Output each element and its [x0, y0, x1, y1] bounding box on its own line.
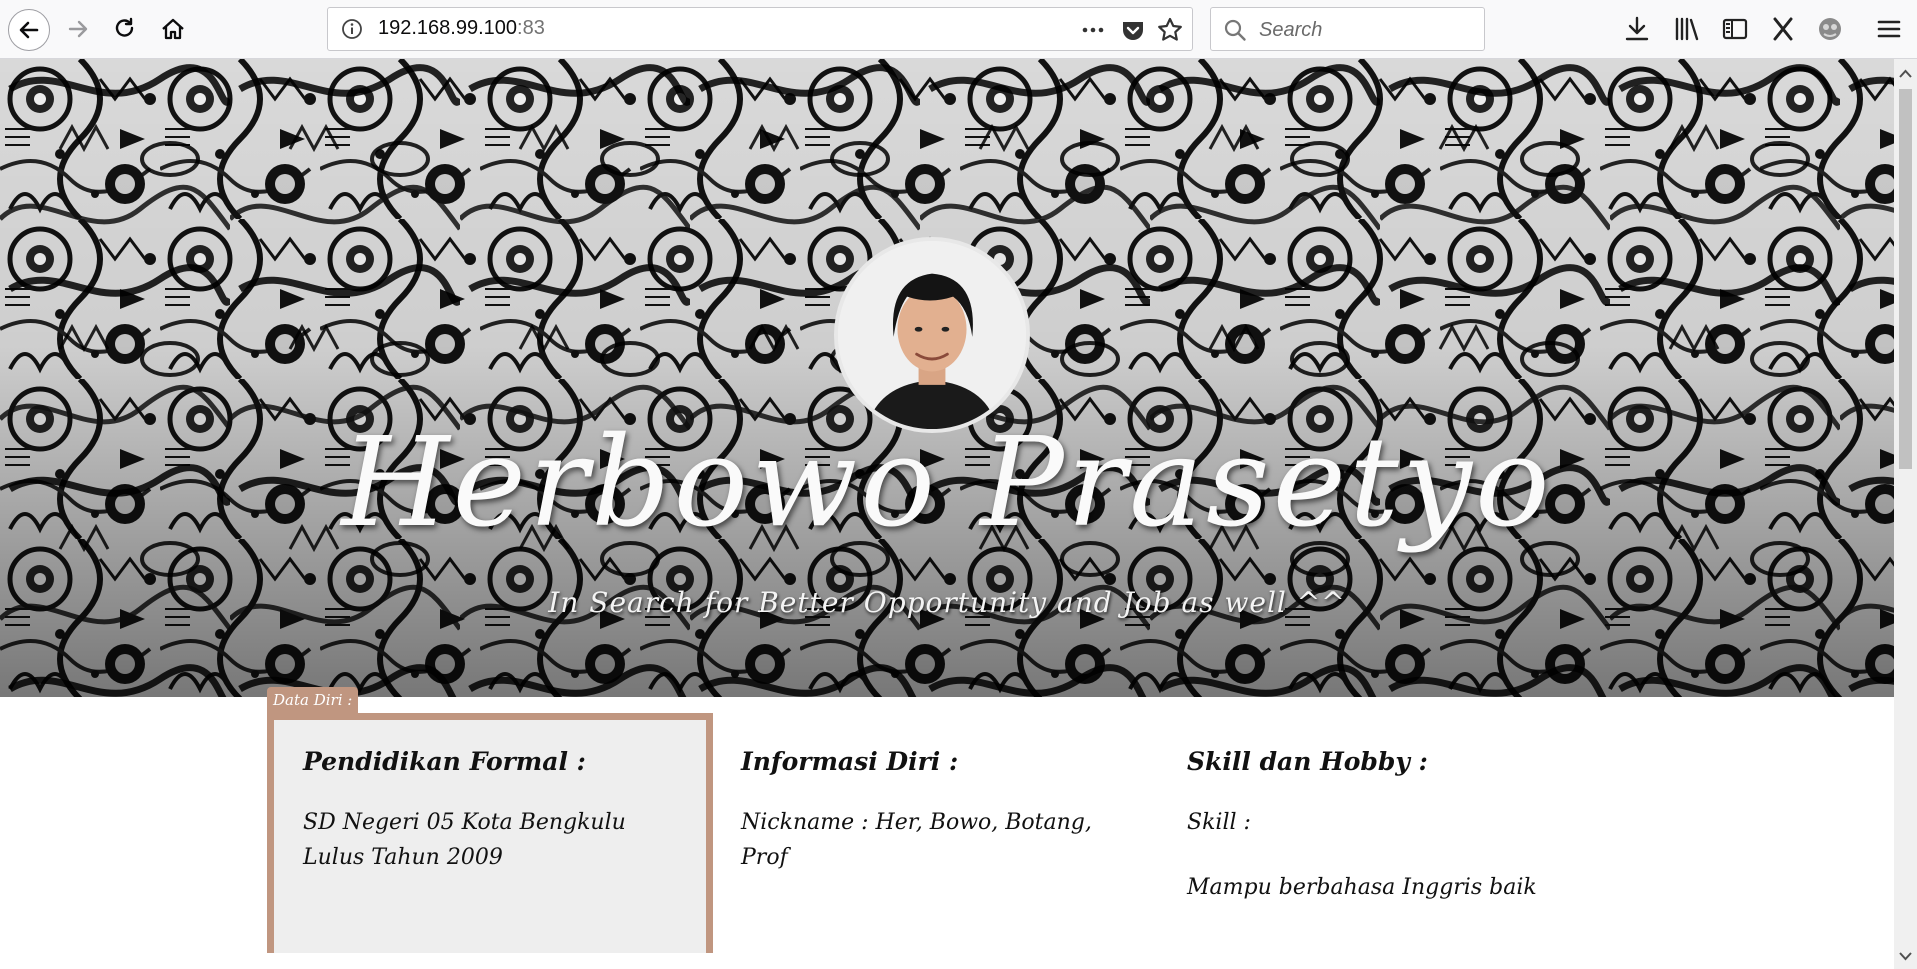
arrow-left-icon — [19, 21, 39, 39]
home-icon — [162, 18, 184, 40]
hero-tagline: In Search for Better Opportunity and Job… — [548, 586, 1346, 619]
hamburger-menu-icon[interactable] — [1874, 14, 1904, 44]
search-icon — [1224, 19, 1246, 41]
bookmark-star-icon[interactable] — [1156, 16, 1184, 44]
library-icon[interactable] — [1672, 14, 1702, 44]
reload-button[interactable] — [106, 10, 144, 48]
reload-icon — [115, 17, 134, 37]
x-extension-icon[interactable] — [1768, 14, 1798, 44]
informasi-nickname-cont: Prof — [741, 845, 788, 870]
scroll-down-arrow-icon[interactable] — [1894, 947, 1917, 965]
pendidikan-year: Lulus Tahun 2009 — [303, 845, 503, 870]
vertical-scrollbar[interactable] — [1894, 59, 1917, 969]
hero-name: Herbowo Prasetyo — [341, 411, 1553, 555]
info-icon[interactable] — [341, 18, 363, 40]
url-port: :83 — [517, 17, 545, 39]
search-bar[interactable] — [1210, 7, 1485, 51]
pendidikan-title: Pendidikan Formal : — [303, 747, 586, 776]
extension-icon[interactable] — [1815, 14, 1845, 44]
scrollbar-thumb[interactable] — [1899, 89, 1912, 469]
home-button[interactable] — [154, 10, 192, 48]
skill-english: Mampu berbahasa Inggris baik — [1187, 875, 1537, 900]
forward-button[interactable] — [59, 10, 97, 48]
url-host: 192.168.99.100 — [378, 17, 518, 39]
url-text[interactable]: 192.168.99.100:83 — [378, 17, 545, 40]
address-bar[interactable]: 192.168.99.100:83 — [327, 7, 1193, 51]
page-actions-icon[interactable] — [1080, 18, 1106, 42]
skill-label: Skill : — [1187, 810, 1251, 835]
scroll-up-arrow-icon[interactable] — [1894, 65, 1917, 83]
profile-avatar — [834, 237, 1030, 433]
data-diri-tab: Data Diri : — [267, 687, 359, 713]
pocket-icon[interactable] — [1120, 17, 1146, 43]
informasi-nickname: Nickname : Her, Bowo, Botang, — [741, 810, 1092, 835]
arrow-right-icon — [68, 20, 88, 38]
browser-toolbar: 192.168.99.100:83 — [0, 0, 1917, 59]
sidebar-icon[interactable] — [1720, 14, 1750, 44]
hero-banner: Herbowo Prasetyo In Search for Better Op… — [0, 59, 1894, 697]
download-icon[interactable] — [1622, 14, 1652, 44]
page-viewport: Herbowo Prasetyo In Search for Better Op… — [0, 59, 1894, 969]
back-button[interactable] — [8, 9, 50, 51]
pendidikan-school: SD Negeri 05 Kota Bengkulu — [303, 810, 626, 835]
search-input[interactable] — [1257, 14, 1481, 46]
profile-photo — [838, 241, 1026, 429]
skill-title: Skill dan Hobby : — [1187, 747, 1428, 776]
informasi-title: Informasi Diri : — [741, 747, 959, 776]
